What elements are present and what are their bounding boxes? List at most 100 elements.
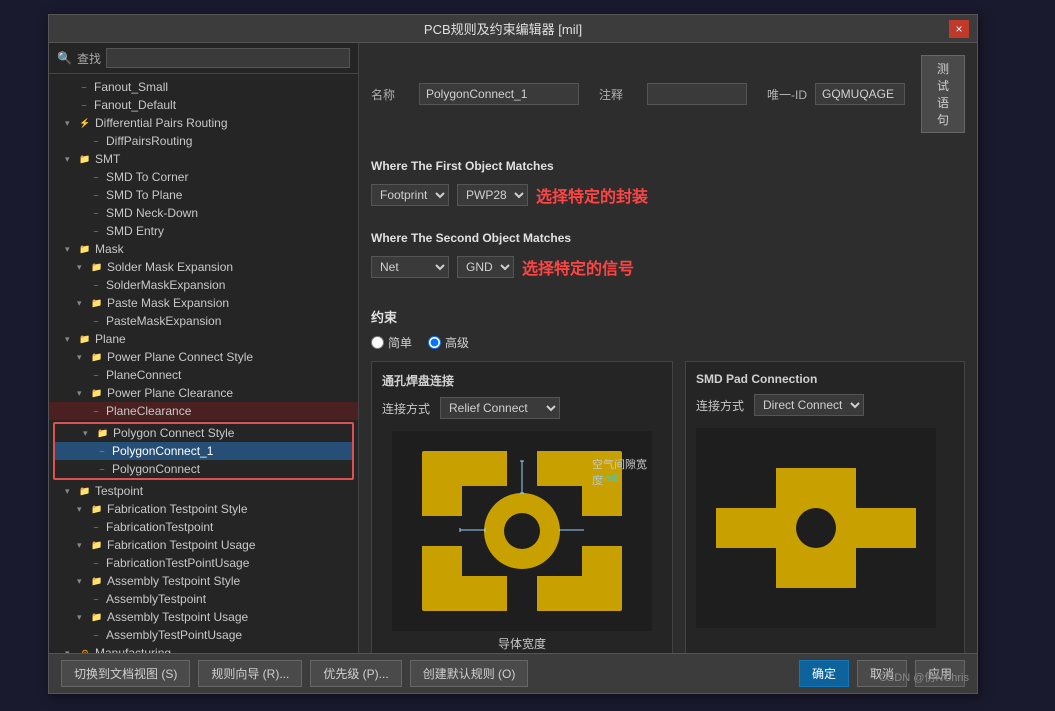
tree-item-fabricationtestpointusage[interactable]: ⎯ FabricationTestPointUsage xyxy=(49,554,358,572)
ok-button[interactable]: 确定 xyxy=(799,660,849,687)
rule-icon: ⎯ xyxy=(89,278,103,292)
first-type-select[interactable]: Footprint Net All xyxy=(371,184,449,206)
tree-item-fabricationtestpoint[interactable]: ⎯ FabricationTestpoint xyxy=(49,518,358,536)
tree-area: ⎯ Fanout_Small ⎯ Fanout_Default ▾ ⚡ Diff… xyxy=(49,74,358,653)
expand-icon: ▾ xyxy=(77,612,87,623)
uid-input[interactable] xyxy=(815,83,905,105)
tree-label: Fabrication Testpoint Style xyxy=(107,502,248,516)
bottom-bar: 切换到文档视图 (S) 规则向导 (R)... 优先级 (P)... 创建默认规… xyxy=(49,653,977,693)
tree-item-pastemaskexp[interactable]: ⎯ PasteMaskExpansion xyxy=(49,312,358,330)
smd-pad-panel: SMD Pad Connection 连接方式 Direct Connect R… xyxy=(685,361,965,653)
tree-item-plane[interactable]: ▾ 📁 Plane xyxy=(49,330,358,348)
tree-item-testpoint[interactable]: ▾ 📁 Testpoint xyxy=(49,482,358,500)
name-input[interactable] xyxy=(419,83,579,105)
tree-item-smd-entry[interactable]: ⎯ SMD Entry xyxy=(49,222,358,240)
tree-item-smt[interactable]: ▾ 📁 SMT xyxy=(49,150,358,168)
panels-container: 通孔焊盘连接 连接方式 Relief Connect Direct Connec… xyxy=(371,361,965,653)
tree-item-assembly-testpoint-style[interactable]: ▾ 📁 Assembly Testpoint Style xyxy=(49,572,358,590)
expand-icon: ▾ xyxy=(65,244,75,255)
first-value-select[interactable]: PWP28 xyxy=(457,184,528,206)
tree-item-planeconnect[interactable]: ⎯ PlaneConnect xyxy=(49,366,358,384)
expand-icon: ▾ xyxy=(77,504,87,515)
expand-icon: ▾ xyxy=(77,576,87,587)
tree-label: PasteMaskExpansion xyxy=(106,314,221,328)
rule-icon: ⎯ xyxy=(89,556,103,570)
first-chinese-label: 选择特定的封装 xyxy=(536,183,648,207)
rule-icon: ⎯ xyxy=(89,592,103,606)
search-bar: 🔍 查找 xyxy=(49,43,358,74)
advanced-radio[interactable] xyxy=(428,336,441,349)
tree-label: Power Plane Clearance xyxy=(107,386,233,400)
tree-item-fanout-small[interactable]: ⎯ Fanout_Small xyxy=(49,78,358,96)
tree-item-fanout-default[interactable]: ⎯ Fanout_Default xyxy=(49,96,358,114)
where-second-row: Net Footprint All GND 选择特定的信号 xyxy=(371,255,965,279)
tree-item-paste-mask-exp[interactable]: ▾ 📁 Paste Mask Expansion xyxy=(49,294,358,312)
connect-type-select[interactable]: Relief Connect Direct Connect No Connect xyxy=(440,397,560,419)
tree-item-diff-pairs[interactable]: ▾ ⚡ Differential Pairs Routing xyxy=(49,114,358,132)
tree-item-assemblytestpointusage[interactable]: ⎯ AssemblyTestPointUsage xyxy=(49,626,358,644)
tree-item-soldermaskexp[interactable]: ⎯ SolderMaskExpansion xyxy=(49,276,358,294)
folder-icon: 📁 xyxy=(90,296,104,310)
tree-label: Paste Mask Expansion xyxy=(107,296,229,310)
main-area: 🔍 查找 ⎯ Fanout_Small ⎯ Fanout_Default ▾ xyxy=(49,43,977,653)
search-icon: 🔍 xyxy=(57,51,72,65)
create-default-button[interactable]: 创建默认规则 (O) xyxy=(410,660,529,687)
rule-icon: ⎯ xyxy=(89,134,103,148)
advanced-radio-label[interactable]: 高级 xyxy=(428,334,469,351)
tree-item-fab-testpoint-style[interactable]: ▾ 📁 Fabrication Testpoint Style xyxy=(49,500,358,518)
tree-label: Fanout_Default xyxy=(94,98,176,112)
rule-icon: ⎯ xyxy=(89,188,103,202)
advanced-label: 高级 xyxy=(445,334,469,351)
tree-label: Assembly Testpoint Style xyxy=(107,574,240,588)
rule-wizard-button[interactable]: 规则向导 (R)... xyxy=(198,660,302,687)
tree-label: SMD To Corner xyxy=(106,170,188,184)
search-input[interactable] xyxy=(106,48,350,68)
relief-pad-diagram: 空气间隙宽度 10mil xyxy=(392,431,652,631)
polygon-connect-group: ▾ 📁 Polygon Connect Style ⎯ PolygonConne… xyxy=(53,422,354,480)
tree-item-fab-testpoint-usage[interactable]: ▾ 📁 Fabrication Testpoint Usage xyxy=(49,536,358,554)
through-hole-panel: 通孔焊盘连接 连接方式 Relief Connect Direct Connec… xyxy=(371,361,673,653)
folder-icon: 📁 xyxy=(96,426,110,440)
conductor-labels: 导体宽度 10mil xyxy=(382,635,662,653)
tree-item-assembly-testpoint-usage[interactable]: ▾ 📁 Assembly Testpoint Usage xyxy=(49,608,358,626)
tree-item-planeclearance[interactable]: ⎯ PlaneClearance xyxy=(49,402,358,420)
expand-icon: ▾ xyxy=(77,352,87,363)
smd-connect-select[interactable]: Direct Connect Relief Connect No Connect xyxy=(754,394,864,416)
switch-doc-button[interactable]: 切换到文档视图 (S) xyxy=(61,660,190,687)
tree-item-manufacturing[interactable]: ▾ ⚙ Manufacturing xyxy=(49,644,358,653)
through-hole-header: 通孔焊盘连接 xyxy=(382,372,662,389)
tree-label: PolygonConnect xyxy=(112,462,200,476)
expand-icon: ▾ xyxy=(65,334,75,345)
tree-item-polygonconnect[interactable]: ⎯ PolygonConnect xyxy=(55,460,352,478)
tree-label: Solder Mask Expansion xyxy=(107,260,233,274)
rule-icon: ⎯ xyxy=(89,520,103,534)
tree-item-polygon-connect-style[interactable]: ▾ 📁 Polygon Connect Style xyxy=(55,424,352,442)
tree-item-power-plane-connect[interactable]: ▾ 📁 Power Plane Connect Style xyxy=(49,348,358,366)
tree-item-smd-plane[interactable]: ⎯ SMD To Plane xyxy=(49,186,358,204)
tree-item-mask[interactable]: ▾ 📁 Mask xyxy=(49,240,358,258)
close-button[interactable]: × xyxy=(949,20,969,38)
simple-radio[interactable] xyxy=(371,336,384,349)
comment-label: 注释 xyxy=(599,86,639,103)
manufacturing-icon: ⚙ xyxy=(78,646,92,653)
second-value-select[interactable]: GND xyxy=(457,256,514,278)
tree-item-solder-mask-exp[interactable]: ▾ 📁 Solder Mask Expansion xyxy=(49,258,358,276)
expand-icon: ▾ xyxy=(77,388,87,399)
tree-item-smd-corner[interactable]: ⎯ SMD To Corner xyxy=(49,168,358,186)
tree-item-polygonconnect-1[interactable]: ⎯ PolygonConnect_1 xyxy=(55,442,352,460)
tree-item-assemblytestpoint[interactable]: ⎯ AssemblyTestpoint xyxy=(49,590,358,608)
comment-input[interactable] xyxy=(647,83,747,105)
connect-label: 连接方式 xyxy=(382,400,432,417)
tree-label: FabricationTestpoint xyxy=(106,520,213,534)
tree-item-diffpairsrouting[interactable]: ⎯ DiffPairsRouting xyxy=(49,132,358,150)
watermark: CSDN @伪NChris xyxy=(879,669,969,685)
air-gap-value: 10mil xyxy=(592,473,652,485)
simple-radio-label[interactable]: 简单 xyxy=(371,334,412,351)
tree-label: PolygonConnect_1 xyxy=(112,444,213,458)
test-button[interactable]: 测试语句 xyxy=(921,55,965,133)
priority-button[interactable]: 优先级 (P)... xyxy=(310,660,401,687)
second-type-select[interactable]: Net Footprint All xyxy=(371,256,449,278)
tree-item-smd-neckdown[interactable]: ⎯ SMD Neck-Down xyxy=(49,204,358,222)
smd-connect-row: 连接方式 Direct Connect Relief Connect No Co… xyxy=(696,394,954,416)
tree-item-power-plane-clearance[interactable]: ▾ 📁 Power Plane Clearance xyxy=(49,384,358,402)
